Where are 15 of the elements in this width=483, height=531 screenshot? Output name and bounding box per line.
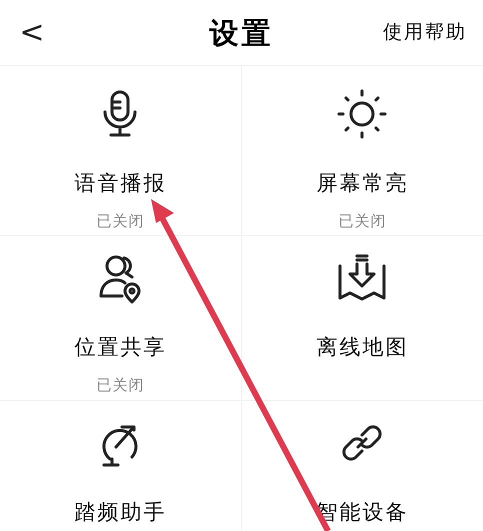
back-button[interactable]: < bbox=[12, 12, 52, 52]
tile-label: 位置共享 bbox=[74, 334, 166, 361]
tile-status: 已关闭 bbox=[96, 210, 144, 232]
tile-label: 踏频助手 bbox=[74, 499, 166, 526]
tile-status: 已关闭 bbox=[96, 374, 144, 396]
settings-tile[interactable]: 位置共享 已关闭 bbox=[0, 236, 242, 401]
page-title: 设置 bbox=[210, 15, 274, 52]
settings-tile[interactable]: 踏频助手 bbox=[0, 401, 242, 531]
settings-tile[interactable]: 屏幕常亮 已关闭 bbox=[242, 66, 483, 236]
tile-label: 屏幕常亮 bbox=[316, 170, 408, 197]
tile-label: 语音播报 bbox=[74, 170, 166, 197]
settings-tile[interactable]: 离线地图 bbox=[242, 236, 483, 401]
help-button[interactable]: 使用帮助 bbox=[383, 18, 467, 47]
tile-label: 离线地图 bbox=[316, 334, 408, 361]
tile-status: 已关闭 bbox=[338, 210, 386, 232]
